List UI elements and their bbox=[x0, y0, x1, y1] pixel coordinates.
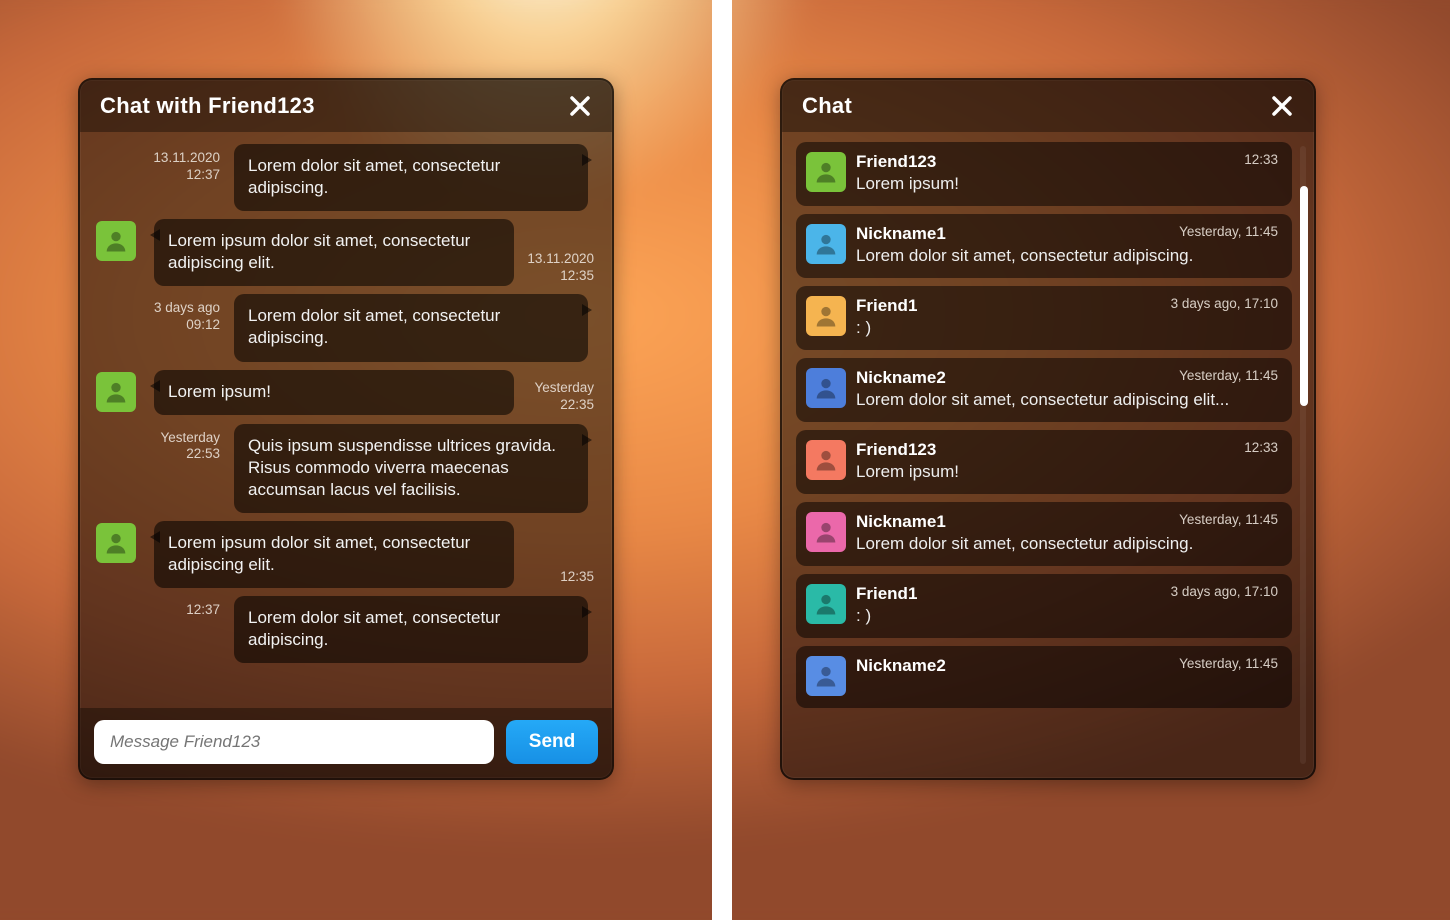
conversation-entry[interactable]: Friend1: )3 days ago, 17:10 bbox=[796, 286, 1292, 350]
person-icon bbox=[102, 227, 130, 255]
message-outgoing: Quis ipsum suspendisse ultrices gravida.… bbox=[94, 424, 598, 513]
message-text: Lorem ipsum dolor sit amet, consectetur … bbox=[168, 533, 470, 574]
entry-timestamp: Yesterday, 11:45 bbox=[1179, 368, 1278, 383]
message-outgoing: Lorem dolor sit amet, consectetur adipis… bbox=[94, 596, 598, 663]
message-timestamp: 12:35 bbox=[504, 569, 594, 586]
entry-timestamp: Yesterday, 11:45 bbox=[1179, 512, 1278, 527]
panel-title: Chat bbox=[802, 93, 852, 119]
message-timestamp: 3 days ago 09:12 bbox=[100, 300, 220, 334]
message-incoming: Lorem ipsum dolor sit amet, consectetur … bbox=[94, 521, 598, 588]
conversation-entry[interactable]: Nickname1Lorem dolor sit amet, consectet… bbox=[796, 214, 1292, 278]
close-icon bbox=[568, 94, 592, 118]
conversation-list[interactable]: Friend123Lorem ipsum!12:33 Nickname1Lore… bbox=[782, 132, 1314, 778]
entry-preview: Lorem ipsum! bbox=[856, 174, 1278, 194]
conversation-entry[interactable]: Friend1: )3 days ago, 17:10 bbox=[796, 574, 1292, 638]
entry-preview: Lorem ipsum! bbox=[856, 462, 1278, 482]
entry-preview: : ) bbox=[856, 606, 1278, 626]
message-timestamp: 12:37 bbox=[100, 602, 220, 619]
message-text: Lorem dolor sit amet, consectetur adipis… bbox=[248, 608, 500, 649]
close-button[interactable] bbox=[566, 92, 594, 120]
avatar bbox=[96, 372, 136, 412]
avatar bbox=[806, 440, 846, 480]
message-text: Quis ipsum suspendisse ultrices gravida.… bbox=[248, 436, 556, 499]
message-bubble: Lorem dolor sit amet, consectetur adipis… bbox=[234, 596, 588, 663]
entry-timestamp: 12:33 bbox=[1244, 440, 1278, 455]
chat-panel-dm: Chat with Friend123 Lorem dolor sit amet… bbox=[78, 78, 614, 780]
message-timestamp: Yesterday 22:35 bbox=[504, 380, 594, 414]
entry-preview: : ) bbox=[856, 318, 1278, 338]
entry-timestamp: 3 days ago, 17:10 bbox=[1171, 296, 1278, 311]
conversation-entry[interactable]: Friend123Lorem ipsum! 12:33 bbox=[796, 430, 1292, 494]
person-icon bbox=[102, 529, 130, 557]
entry-timestamp: Yesterday, 11:45 bbox=[1179, 656, 1278, 671]
person-icon bbox=[102, 378, 130, 406]
message-text: Lorem dolor sit amet, consectetur adipis… bbox=[248, 156, 500, 197]
avatar bbox=[806, 152, 846, 192]
message-timestamp: 13.11.2020 12:37 bbox=[100, 150, 220, 184]
entry-preview: Lorem dolor sit amet, consectetur adipis… bbox=[856, 390, 1278, 410]
input-bar: Send bbox=[80, 708, 612, 778]
entry-preview: Lorem dolor sit amet, consectetur adipis… bbox=[856, 246, 1278, 266]
entry-name: Friend123 bbox=[856, 440, 1278, 460]
message-bubble: Lorem ipsum dolor sit amet, consectetur … bbox=[154, 219, 514, 286]
avatar bbox=[806, 656, 846, 696]
message-bubble: Lorem dolor sit amet, consectetur adipis… bbox=[234, 294, 588, 361]
message-text: Lorem dolor sit amet, consectetur adipis… bbox=[248, 306, 500, 347]
conversation-entry[interactable]: Nickname1Lorem dolor sit amet, consectet… bbox=[796, 502, 1292, 566]
message-text: Lorem ipsum dolor sit amet, consectetur … bbox=[168, 231, 470, 272]
message-incoming: Lorem ipsum dolor sit amet, consectetur … bbox=[94, 219, 598, 286]
message-input[interactable] bbox=[94, 720, 494, 764]
chat-panel-list: Chat Friend123Lorem ipsum!12:33 Nickname… bbox=[780, 78, 1316, 780]
avatar bbox=[806, 296, 846, 336]
panel-title: Chat with Friend123 bbox=[100, 93, 315, 119]
panel-header: Chat bbox=[782, 80, 1314, 132]
message-timestamp: Yesterday 22:53 bbox=[100, 430, 220, 464]
person-icon bbox=[812, 302, 840, 330]
conversation-entry[interactable]: Nickname2Yesterday, 11:45 bbox=[796, 646, 1292, 708]
message-outgoing: Lorem dolor sit amet, consectetur adipis… bbox=[94, 294, 598, 361]
message-bubble: Lorem dolor sit amet, consectetur adipis… bbox=[234, 144, 588, 211]
image-divider bbox=[712, 0, 732, 920]
person-icon bbox=[812, 230, 840, 258]
person-icon bbox=[812, 662, 840, 690]
message-text: Lorem ipsum! bbox=[168, 382, 271, 401]
panel-header: Chat with Friend123 bbox=[80, 80, 612, 132]
conversation-entry[interactable]: Friend123Lorem ipsum! 12:33 bbox=[796, 142, 1292, 206]
message-timestamp: 13.11.2020 12:35 bbox=[504, 251, 594, 285]
entry-timestamp: Yesterday, 11:45 bbox=[1179, 224, 1278, 239]
person-icon bbox=[812, 590, 840, 618]
avatar bbox=[806, 512, 846, 552]
person-icon bbox=[812, 158, 840, 186]
avatar bbox=[806, 224, 846, 264]
avatar bbox=[96, 523, 136, 563]
person-icon bbox=[812, 374, 840, 402]
message-outgoing: Lorem dolor sit amet, consectetur adipis… bbox=[94, 144, 598, 211]
entry-timestamp: 3 days ago, 17:10 bbox=[1171, 584, 1278, 599]
send-button[interactable]: Send bbox=[506, 720, 598, 764]
avatar bbox=[806, 584, 846, 624]
avatar bbox=[96, 221, 136, 261]
avatar bbox=[806, 368, 846, 408]
message-incoming: Lorem ipsum! Yesterday 22:35 bbox=[94, 370, 598, 416]
person-icon bbox=[812, 446, 840, 474]
message-bubble: Lorem ipsum! bbox=[154, 370, 514, 415]
conversation-area[interactable]: Lorem dolor sit amet, consectetur adipis… bbox=[80, 132, 612, 708]
close-icon bbox=[1270, 94, 1294, 118]
entry-name: Friend123 bbox=[856, 152, 1278, 172]
message-bubble: Quis ipsum suspendisse ultrices gravida.… bbox=[234, 424, 588, 513]
person-icon bbox=[812, 518, 840, 546]
close-button[interactable] bbox=[1268, 92, 1296, 120]
conversation-entry[interactable]: Nickname2Lorem dolor sit amet, consectet… bbox=[796, 358, 1292, 422]
scrollbar-thumb[interactable] bbox=[1300, 186, 1308, 406]
message-bubble: Lorem ipsum dolor sit amet, consectetur … bbox=[154, 521, 514, 588]
entry-timestamp: 12:33 bbox=[1244, 152, 1278, 167]
entry-preview: Lorem dolor sit amet, consectetur adipis… bbox=[856, 534, 1278, 554]
